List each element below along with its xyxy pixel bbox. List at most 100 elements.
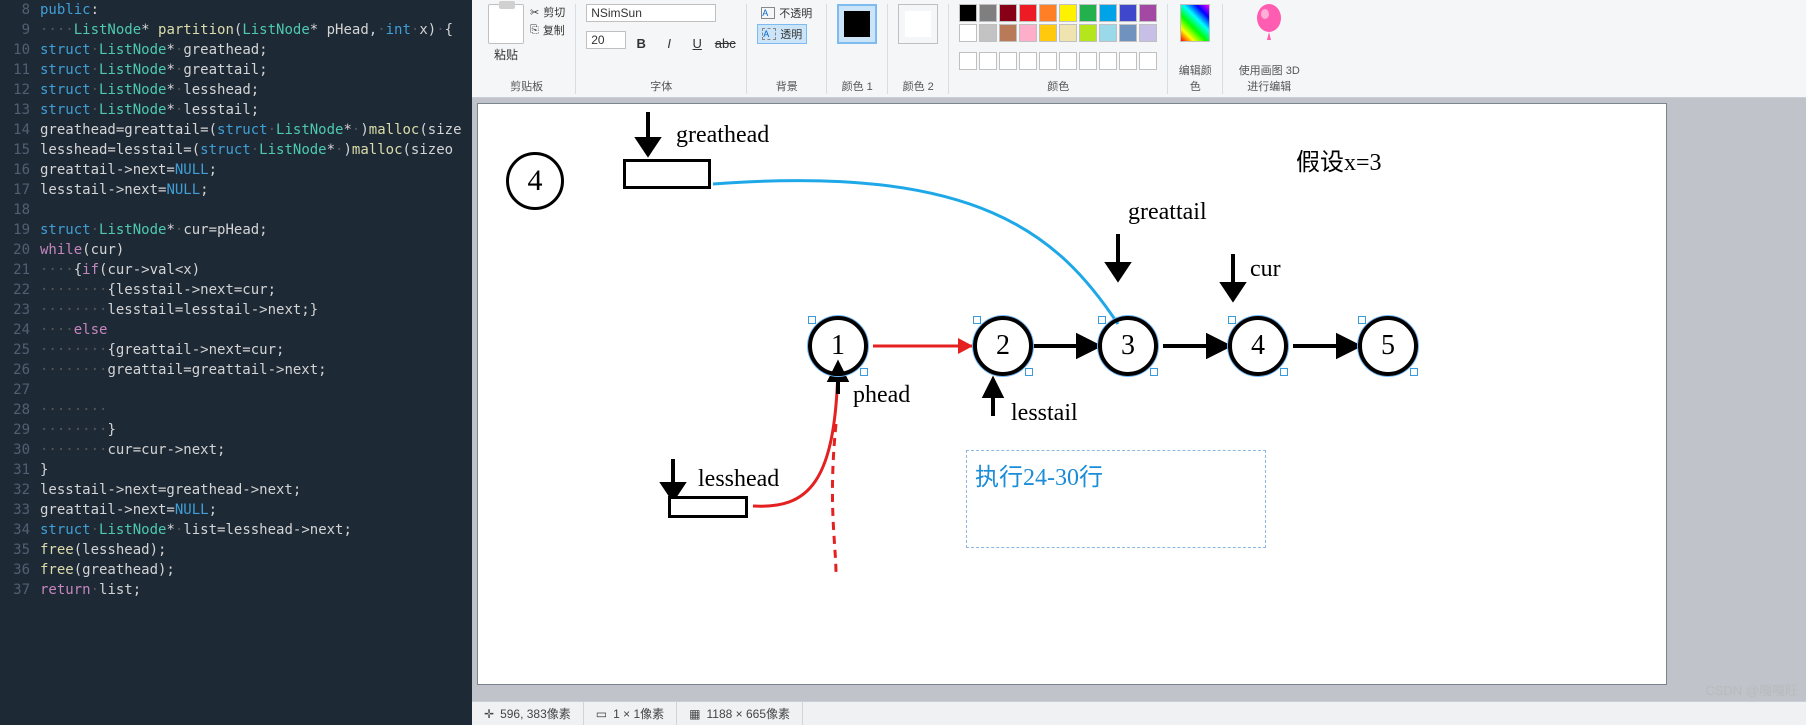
code-line[interactable]: 10struct·ListNode*·greathead;: [0, 40, 472, 60]
node-3[interactable]: 3: [1098, 316, 1158, 376]
greathead-box: [623, 159, 711, 189]
code-line[interactable]: 30········cur=cur->next;: [0, 440, 472, 460]
code-line[interactable]: 8public:: [0, 0, 472, 20]
palette-color[interactable]: [1039, 24, 1057, 42]
code-line[interactable]: 15lesshead=lesstail=(struct·ListNode*·)m…: [0, 140, 472, 160]
diagram-svg: [478, 104, 1666, 684]
edit-color-label: 编辑颜色: [1178, 62, 1212, 94]
palette-color[interactable]: [1099, 4, 1117, 22]
code-line[interactable]: 23········lesstail=lesstail->next;}: [0, 300, 472, 320]
palette-color[interactable]: [999, 4, 1017, 22]
node-1[interactable]: 1: [808, 316, 868, 376]
palette-color[interactable]: [1119, 24, 1137, 42]
code-editor[interactable]: 8public:9····ListNode* partition(ListNod…: [0, 0, 472, 725]
font-family-select[interactable]: NSimSun: [586, 4, 716, 22]
cut-button[interactable]: ✂剪切: [530, 4, 565, 20]
palette-color[interactable]: [1059, 24, 1077, 42]
palette-color[interactable]: [1119, 4, 1137, 22]
code-line[interactable]: 27: [0, 380, 472, 400]
strike-button[interactable]: abc: [714, 32, 736, 54]
font-size-select[interactable]: 20: [586, 31, 626, 49]
palette-color[interactable]: [999, 24, 1017, 42]
paste-button[interactable]: 粘贴: [488, 4, 524, 63]
code-line[interactable]: 28········: [0, 400, 472, 420]
code-line[interactable]: 21····{if(cur->val<x): [0, 260, 472, 280]
code-line[interactable]: 19struct·ListNode*·cur=pHead;: [0, 220, 472, 240]
node-2[interactable]: 2: [973, 316, 1033, 376]
scissors-icon: ✂: [530, 6, 539, 19]
bold-button[interactable]: B: [630, 32, 652, 54]
line-number: 23: [0, 300, 40, 320]
code-line[interactable]: 22········{lesstail->next=cur;: [0, 280, 472, 300]
step-circle: 4: [506, 152, 564, 210]
palette-color[interactable]: [959, 24, 977, 42]
copy-icon: ⎘: [530, 24, 539, 37]
line-number: 37: [0, 580, 40, 600]
transparent-option[interactable]: A透明: [757, 24, 807, 44]
italic-button[interactable]: I: [658, 32, 680, 54]
code-line[interactable]: 34struct·ListNode*·list=lesshead->next;: [0, 520, 472, 540]
palette-color[interactable]: [979, 24, 997, 42]
underline-button[interactable]: U: [686, 32, 708, 54]
code-line[interactable]: 26········greattail=greattail->next;: [0, 360, 472, 380]
palette-color[interactable]: [1019, 4, 1037, 22]
palette-color[interactable]: [1079, 4, 1097, 22]
paste-icon: [488, 4, 524, 44]
palette-color[interactable]: [1099, 24, 1117, 42]
canvas-area[interactable]: 4 greathead 假设x=3 greattail cur 1 2 3 4 …: [472, 98, 1806, 701]
line-number: 19: [0, 220, 40, 240]
paint3d-button[interactable]: [1252, 4, 1286, 44]
code-line[interactable]: 17lesstail->next=NULL;: [0, 180, 472, 200]
paste-label: 粘贴: [494, 46, 518, 63]
code-line[interactable]: 24····else: [0, 320, 472, 340]
code-line[interactable]: 35free(lesshead);: [0, 540, 472, 560]
palette-color[interactable]: [1019, 24, 1037, 42]
line-number: 10: [0, 40, 40, 60]
palette-color[interactable]: [979, 4, 997, 22]
cur-label: cur: [1250, 256, 1281, 283]
palette-color[interactable]: [1139, 24, 1157, 42]
node-5[interactable]: 5: [1358, 316, 1418, 376]
copy-button[interactable]: ⎘ 复制: [530, 22, 565, 38]
code-line[interactable]: 31}: [0, 460, 472, 480]
cursor-pos: ✛596, 383像素: [472, 702, 584, 725]
color1-label: 颜色 1: [842, 78, 873, 94]
palette-color[interactable]: [1059, 4, 1077, 22]
copy-label: 复制: [543, 22, 565, 38]
line-number: 13: [0, 100, 40, 120]
code-line[interactable]: 25········{greattail->next=cur;: [0, 340, 472, 360]
code-line[interactable]: 20while(cur): [0, 240, 472, 260]
palette-color[interactable]: [959, 4, 977, 22]
line-number: 29: [0, 420, 40, 440]
edit-color-button[interactable]: [1180, 4, 1210, 42]
palette-color[interactable]: [1139, 4, 1157, 22]
code-line[interactable]: 12struct·ListNode*·lesshead;: [0, 80, 472, 100]
text-edit-box[interactable]: 执行24-30行: [966, 450, 1266, 548]
code-line[interactable]: 37return·list;: [0, 580, 472, 600]
greathead-label: greathead: [676, 122, 769, 149]
color1-button[interactable]: [837, 4, 877, 44]
color2-button[interactable]: [898, 4, 938, 44]
palette-color[interactable]: [1039, 4, 1057, 22]
code-line[interactable]: 18: [0, 200, 472, 220]
code-line[interactable]: 29········}: [0, 420, 472, 440]
code-line[interactable]: 13struct·ListNode*·lesstail;: [0, 100, 472, 120]
code-line[interactable]: 33greattail->next=NULL;: [0, 500, 472, 520]
code-line[interactable]: 11struct·ListNode*·greattail;: [0, 60, 472, 80]
line-number: 36: [0, 560, 40, 580]
node-4[interactable]: 4: [1228, 316, 1288, 376]
code-line[interactable]: 9····ListNode* partition(ListNode* pHead…: [0, 20, 472, 40]
code-line[interactable]: 32lesstail->next=greathead->next;: [0, 480, 472, 500]
line-number: 32: [0, 480, 40, 500]
line-number: 33: [0, 500, 40, 520]
code-line[interactable]: 16greattail->next=NULL;: [0, 160, 472, 180]
code-line[interactable]: 14greathead=greattail=(struct·ListNode*·…: [0, 120, 472, 140]
color-palette[interactable]: [959, 4, 1157, 42]
canvas[interactable]: 4 greathead 假设x=3 greattail cur 1 2 3 4 …: [478, 104, 1666, 684]
edit-color-group: 编辑颜色: [1168, 4, 1223, 94]
opaque-option[interactable]: A不透明: [757, 4, 816, 22]
watermark: CSDN @嘎嘎旺: [1705, 680, 1798, 699]
code-line[interactable]: 36free(greathead);: [0, 560, 472, 580]
palette-color[interactable]: [1079, 24, 1097, 42]
status-bar: ✛596, 383像素 ▭1 × 1像素 ▦1188 × 665像素: [472, 701, 1806, 725]
